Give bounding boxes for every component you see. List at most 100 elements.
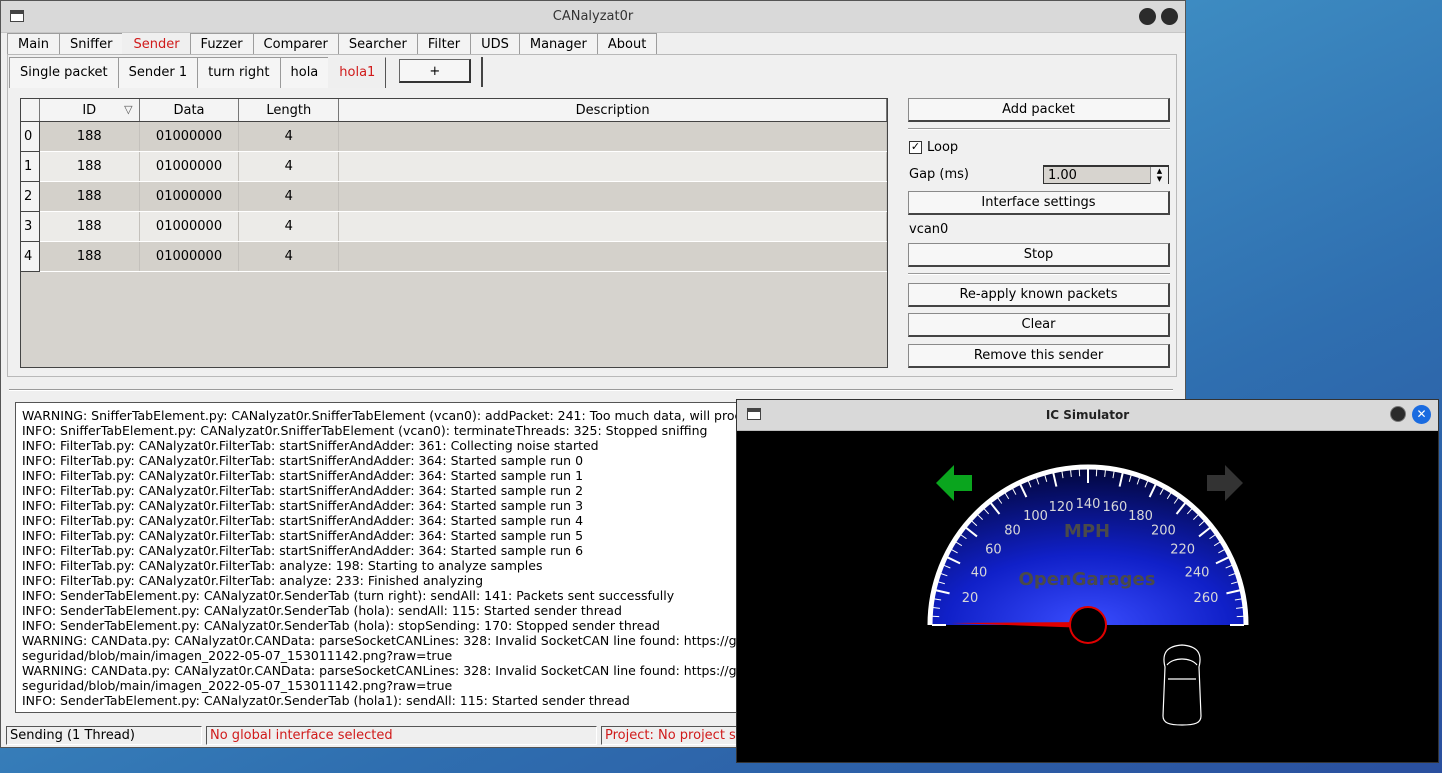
row-header[interactable]: 1 <box>21 151 40 182</box>
cell-data[interactable]: 01000000 <box>139 181 240 212</box>
instrument-cluster: 20406080100120 140 160180200220240260 MPH … <box>927 464 1249 726</box>
add-packet-button[interactable]: Add packet <box>908 98 1170 122</box>
cell-data[interactable]: 01000000 <box>139 151 240 182</box>
row-header[interactable]: 3 <box>21 211 40 242</box>
cell-description[interactable] <box>338 241 887 272</box>
tab-fuzzer[interactable]: Fuzzer <box>189 33 254 54</box>
remove-sender-button[interactable]: Remove this sender <box>908 344 1170 368</box>
stop-button[interactable]: Stop <box>908 243 1170 267</box>
log-lines: WARNING: SnifferTabElement.py: CANalyzat… <box>22 408 776 708</box>
cell-id[interactable]: 188 <box>39 211 140 242</box>
log-line: INFO: FilterTab.py: CANalyzat0r.FilterTa… <box>22 513 584 528</box>
column-header-description[interactable]: Description <box>338 99 887 122</box>
cell-length[interactable]: 4 <box>238 121 340 152</box>
table-row[interactable]: 0 188 01000000 4 <box>21 121 887 152</box>
table-row[interactable]: 4 188 01000000 4 <box>21 241 887 272</box>
row-header[interactable]: 4 <box>21 241 40 272</box>
column-header-data[interactable]: Data <box>139 99 240 122</box>
column-header-id[interactable]: ID ▽ <box>39 99 140 122</box>
splitter-handle[interactable] <box>9 389 1173 391</box>
cell-description[interactable] <box>338 181 887 212</box>
close-button[interactable] <box>1161 8 1178 25</box>
gap-value[interactable]: 1.00 <box>1048 168 1077 183</box>
tab-filter[interactable]: Filter <box>416 33 472 54</box>
row-header[interactable]: 2 <box>21 181 40 212</box>
title-bar[interactable]: CANalyzat0r <box>1 1 1185 33</box>
table-corner[interactable] <box>21 99 40 122</box>
loop-checkbox[interactable]: ✓ <box>909 141 922 154</box>
cell-description[interactable] <box>338 121 887 152</box>
speed-tick-label: 260 <box>1194 591 1219 606</box>
cell-id[interactable]: 188 <box>39 181 140 212</box>
column-header-label: ID <box>82 102 97 118</box>
log-line: INFO: FilterTab.py: CANalyzat0r.FilterTa… <box>22 453 584 468</box>
separator <box>908 273 1170 275</box>
row-header[interactable]: 0 <box>21 121 40 152</box>
close-button[interactable]: ✕ <box>1412 405 1431 424</box>
sort-indicator-icon: ▽ <box>124 103 133 116</box>
speed-unit-label: MPH <box>1064 521 1110 542</box>
log-line: WARNING: CANData.py: CANalyzat0r.CANData… <box>22 633 769 648</box>
cell-data[interactable]: 01000000 <box>139 241 240 272</box>
tab-comparer[interactable]: Comparer <box>252 33 339 54</box>
cell-data[interactable]: 01000000 <box>139 211 240 242</box>
speed-tick-label: 180 <box>1128 509 1153 524</box>
cell-description[interactable] <box>338 151 887 182</box>
ic-window-title: IC Simulator <box>1045 408 1130 422</box>
log-line: INFO: FilterTab.py: CANalyzat0r.FilterTa… <box>22 468 584 483</box>
ic-title-bar[interactable]: IC Simulator ✕ <box>737 400 1438 431</box>
table-row[interactable]: 2 188 01000000 4 <box>21 181 887 212</box>
tab-manager[interactable]: Manager <box>518 33 598 54</box>
cell-data[interactable]: 01000000 <box>139 121 240 152</box>
minimize-button[interactable] <box>1390 406 1406 422</box>
sender-tab-hola[interactable]: hola <box>279 57 330 88</box>
log-line: INFO: FilterTab.py: CANalyzat0r.FilterTa… <box>22 543 584 558</box>
interface-settings-button[interactable]: Interface settings <box>908 191 1170 215</box>
tab-sender[interactable]: Sender <box>122 33 191 54</box>
log-line: WARNING: CANData.py: CANalyzat0r.CANData… <box>22 663 769 678</box>
ic-simulator-window: IC Simulator ✕ 20 40 60 80 100 120 140 160 180 20… <box>736 399 1439 763</box>
car-door-status-icon <box>1162 644 1202 726</box>
sender-tab-hola1[interactable]: hola1 <box>328 57 387 88</box>
tab-sniffer[interactable]: Sniffer <box>59 33 124 54</box>
clear-button[interactable]: Clear <box>908 313 1170 337</box>
tab-about[interactable]: About <box>596 33 658 54</box>
needle-hub <box>1069 606 1107 644</box>
log-line: INFO: FilterTab.py: CANalyzat0r.FilterTa… <box>22 558 543 573</box>
separator <box>908 128 1170 130</box>
log-line: WARNING: SnifferTabElement.py: CANalyzat… <box>22 408 777 423</box>
sender-tab-sender-1[interactable]: Sender 1 <box>117 57 199 88</box>
window-title: CANalyzat0r <box>552 9 634 24</box>
tab-uds[interactable]: UDS <box>470 33 520 54</box>
add-sender-button[interactable]: + <box>399 59 472 83</box>
tab-main[interactable]: Main <box>7 33 61 54</box>
cell-length[interactable]: 4 <box>238 181 340 212</box>
spin-arrows-icon[interactable]: ▲ ▼ <box>1150 167 1168 184</box>
cell-id[interactable]: 188 <box>39 151 140 182</box>
speedometer: 20406080100120 140 160180200220240260 MPH … <box>927 464 1249 644</box>
table-row[interactable]: 1 188 01000000 4 <box>21 151 887 182</box>
gap-spinbox[interactable]: 1.00 ▲ ▼ <box>1043 165 1169 184</box>
speed-tick-label: 220 <box>1170 543 1195 558</box>
cell-id[interactable]: 188 <box>39 241 140 272</box>
speed-tick-label: 120 <box>1049 500 1074 515</box>
reapply-known-packets-button[interactable]: Re-apply known packets <box>908 283 1170 307</box>
table-row[interactable]: 3 188 01000000 4 <box>21 211 887 242</box>
packet-table[interactable]: ID ▽ Data Length Description 0 188 010000… <box>20 98 888 368</box>
cell-id[interactable]: 188 <box>39 121 140 152</box>
cell-description[interactable] <box>338 211 887 242</box>
speed-tick-label: 20 <box>962 591 979 606</box>
cell-length[interactable]: 4 <box>238 211 340 242</box>
cell-length[interactable]: 4 <box>238 241 340 272</box>
sender-tab-turn-right[interactable]: turn right <box>197 57 281 88</box>
speed-tick-label: 160 <box>1103 500 1128 515</box>
log-line: seguridad/blob/main/imagen_2022-05-07_15… <box>22 648 453 663</box>
tab-searcher[interactable]: Searcher <box>337 33 418 54</box>
sender-tab-single-packet[interactable]: Single packet <box>9 57 119 88</box>
column-header-length[interactable]: Length <box>238 99 340 122</box>
speed-tick-label: 40 <box>971 566 988 581</box>
sender-tab-bar: Single packet Sender 1 turn right hola h… <box>9 57 484 88</box>
cell-length[interactable]: 4 <box>238 151 340 182</box>
log-line: INFO: FilterTab.py: CANalyzat0r.FilterTa… <box>22 438 599 453</box>
minimize-button[interactable] <box>1139 8 1156 25</box>
